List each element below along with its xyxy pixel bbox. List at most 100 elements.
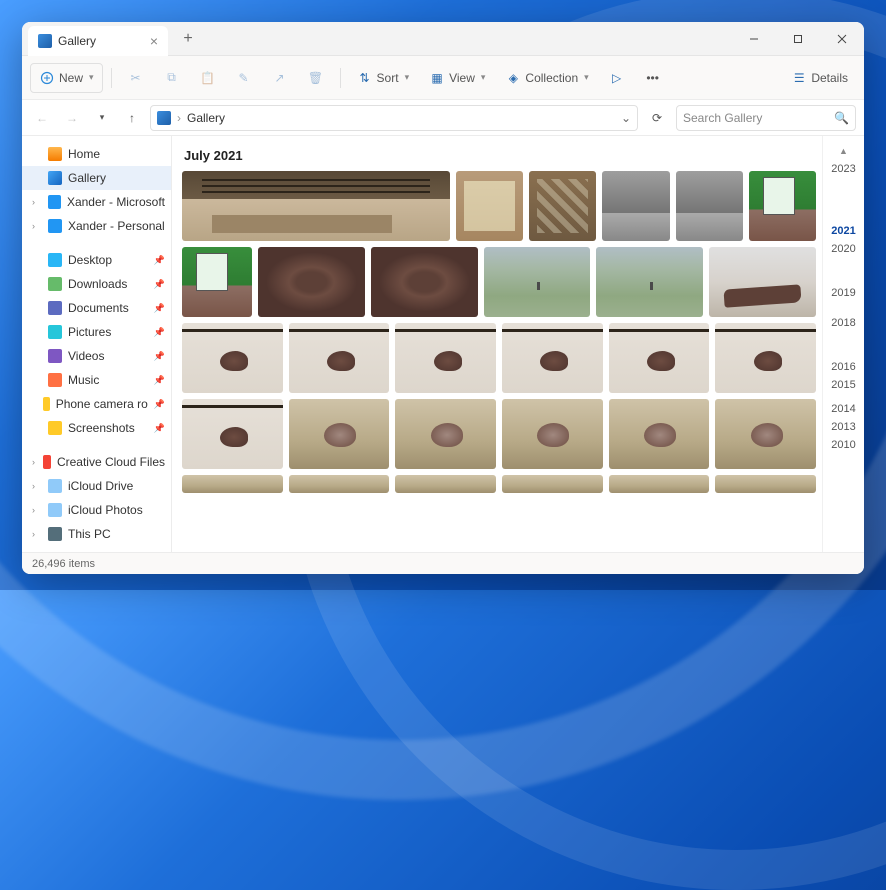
share-icon: ↗ xyxy=(272,70,288,86)
timeline-year[interactable]: 2020 xyxy=(831,243,855,255)
paste-icon: 📋 xyxy=(200,70,216,86)
photo-thumbnail[interactable] xyxy=(502,323,603,393)
search-placeholder: Search Gallery xyxy=(683,111,828,125)
photo-thumbnail[interactable] xyxy=(502,475,603,493)
timeline-year[interactable]: 2019 xyxy=(831,287,855,299)
up-button[interactable]: ↑ xyxy=(120,106,144,130)
timeline-year[interactable]: 2023 xyxy=(831,163,855,175)
photo-thumbnail[interactable] xyxy=(715,475,816,493)
photo-thumbnail[interactable] xyxy=(289,475,390,493)
photo-thumbnail[interactable] xyxy=(182,399,283,469)
copy-icon: ⧉ xyxy=(164,70,180,86)
photo-thumbnail[interactable] xyxy=(289,399,390,469)
tab-gallery[interactable]: Gallery × xyxy=(28,26,168,56)
documents-icon xyxy=(48,301,62,315)
chevron-down-icon[interactable]: ⌄ xyxy=(621,111,631,125)
photo-thumbnail[interactable] xyxy=(596,247,703,317)
close-tab-icon[interactable]: × xyxy=(150,33,158,49)
photo-thumbnail[interactable] xyxy=(609,475,710,493)
sidebar-item-music[interactable]: Music📌 xyxy=(22,368,171,392)
paste-button[interactable]: 📋 xyxy=(192,63,224,93)
view-button[interactable]: ▦ View ▾ xyxy=(421,63,493,93)
photo-thumbnail[interactable] xyxy=(289,323,390,393)
year-timeline[interactable]: ▲ 2023 2021 2020 2019 2018 2016 2015 201… xyxy=(822,136,864,552)
photo-thumbnail[interactable] xyxy=(715,323,816,393)
sidebar-label: This PC xyxy=(68,527,111,541)
share-button[interactable]: ↗ xyxy=(264,63,296,93)
maximize-button[interactable] xyxy=(776,22,820,56)
new-button[interactable]: New ▾ xyxy=(30,63,103,93)
details-label: Details xyxy=(811,71,848,85)
sort-button[interactable]: ⇅ Sort ▾ xyxy=(349,63,418,93)
more-button[interactable]: ••• xyxy=(637,63,669,93)
collection-button[interactable]: ◈ Collection ▾ xyxy=(497,63,596,93)
sidebar-item-phone-camera[interactable]: Phone camera ro📌 xyxy=(22,392,171,416)
sidebar-item-onedrive-microsoft[interactable]: ›Xander - Microsoft xyxy=(22,190,171,214)
titlebar: Gallery × + xyxy=(22,22,864,56)
photo-thumbnail[interactable] xyxy=(484,247,591,317)
search-input[interactable]: Search Gallery 🔍 xyxy=(676,105,856,131)
photo-thumbnail[interactable] xyxy=(182,247,252,317)
divider xyxy=(340,68,341,88)
forward-button[interactable]: → xyxy=(60,106,84,130)
slideshow-button[interactable]: ▷ xyxy=(601,63,633,93)
copy-button[interactable]: ⧉ xyxy=(156,63,188,93)
sidebar-item-icloud-drive[interactable]: ›iCloud Drive xyxy=(22,474,171,498)
new-tab-button[interactable]: + xyxy=(174,30,202,48)
refresh-button[interactable]: ⟳ xyxy=(644,111,670,125)
photo-thumbnail[interactable] xyxy=(395,399,496,469)
timeline-year[interactable]: 2016 xyxy=(831,361,855,373)
photo-thumbnail[interactable] xyxy=(609,323,710,393)
statusbar: 26,496 items xyxy=(22,552,864,574)
timeline-year[interactable]: 2015 xyxy=(831,379,855,391)
timeline-year[interactable]: 2013 xyxy=(831,421,855,433)
sidebar-item-documents[interactable]: Documents📌 xyxy=(22,296,171,320)
sidebar-item-videos[interactable]: Videos📌 xyxy=(22,344,171,368)
photo-thumbnail[interactable] xyxy=(395,323,496,393)
sidebar-item-pictures[interactable]: Pictures📌 xyxy=(22,320,171,344)
timeline-year-active[interactable]: 2021 xyxy=(831,225,855,237)
photo-thumbnail[interactable] xyxy=(609,399,710,469)
back-button[interactable]: ← xyxy=(30,106,54,130)
close-button[interactable] xyxy=(820,22,864,56)
content-area: July 2021 xyxy=(172,136,864,552)
sidebar-label: Music xyxy=(68,373,99,387)
photo-thumbnail[interactable] xyxy=(258,247,365,317)
photo-thumbnail[interactable] xyxy=(182,323,283,393)
sidebar-item-gallery[interactable]: Gallery xyxy=(22,166,171,190)
photo-thumbnail[interactable] xyxy=(395,475,496,493)
rename-button[interactable]: ✎ xyxy=(228,63,260,93)
details-pane-button[interactable]: ☰ Details xyxy=(783,63,856,93)
cut-button[interactable]: ✂ xyxy=(120,63,152,93)
photo-thumbnail[interactable] xyxy=(182,171,450,241)
slideshow-icon: ▷ xyxy=(609,70,625,86)
recent-button[interactable]: ▾ xyxy=(90,106,114,130)
sidebar-label: Pictures xyxy=(68,325,111,339)
sidebar-item-creative-cloud[interactable]: ›Creative Cloud Files xyxy=(22,450,171,474)
timeline-year[interactable]: 2018 xyxy=(831,317,855,329)
timeline-year[interactable]: 2014 xyxy=(831,403,855,415)
sidebar-item-home[interactable]: Home xyxy=(22,142,171,166)
sidebar-item-screenshots[interactable]: Screenshots📌 xyxy=(22,416,171,440)
sidebar-item-this-pc[interactable]: ›This PC xyxy=(22,522,171,546)
sidebar-item-desktop[interactable]: Desktop📌 xyxy=(22,248,171,272)
photo-thumbnail[interactable] xyxy=(371,247,478,317)
sidebar-item-icloud-photos[interactable]: ›iCloud Photos xyxy=(22,498,171,522)
timeline-year[interactable]: 2010 xyxy=(831,439,855,451)
photo-thumbnail[interactable] xyxy=(715,399,816,469)
collection-label: Collection xyxy=(525,71,578,85)
sidebar-item-downloads[interactable]: Downloads📌 xyxy=(22,272,171,296)
sidebar-item-onedrive-personal[interactable]: ›Xander - Personal xyxy=(22,214,171,238)
photo-thumbnail[interactable] xyxy=(456,171,523,241)
photo-thumbnail[interactable] xyxy=(529,171,596,241)
photo-thumbnail[interactable] xyxy=(709,247,816,317)
photo-thumbnail[interactable] xyxy=(182,475,283,493)
breadcrumb-box[interactable]: › Gallery ⌄ xyxy=(150,105,638,131)
scroll-up-icon[interactable]: ▲ xyxy=(839,146,848,156)
minimize-button[interactable] xyxy=(732,22,776,56)
photo-thumbnail[interactable] xyxy=(749,171,816,241)
photo-thumbnail[interactable] xyxy=(602,171,669,241)
photo-thumbnail[interactable] xyxy=(502,399,603,469)
delete-button[interactable]: 🗑 xyxy=(300,63,332,93)
photo-thumbnail[interactable] xyxy=(676,171,743,241)
